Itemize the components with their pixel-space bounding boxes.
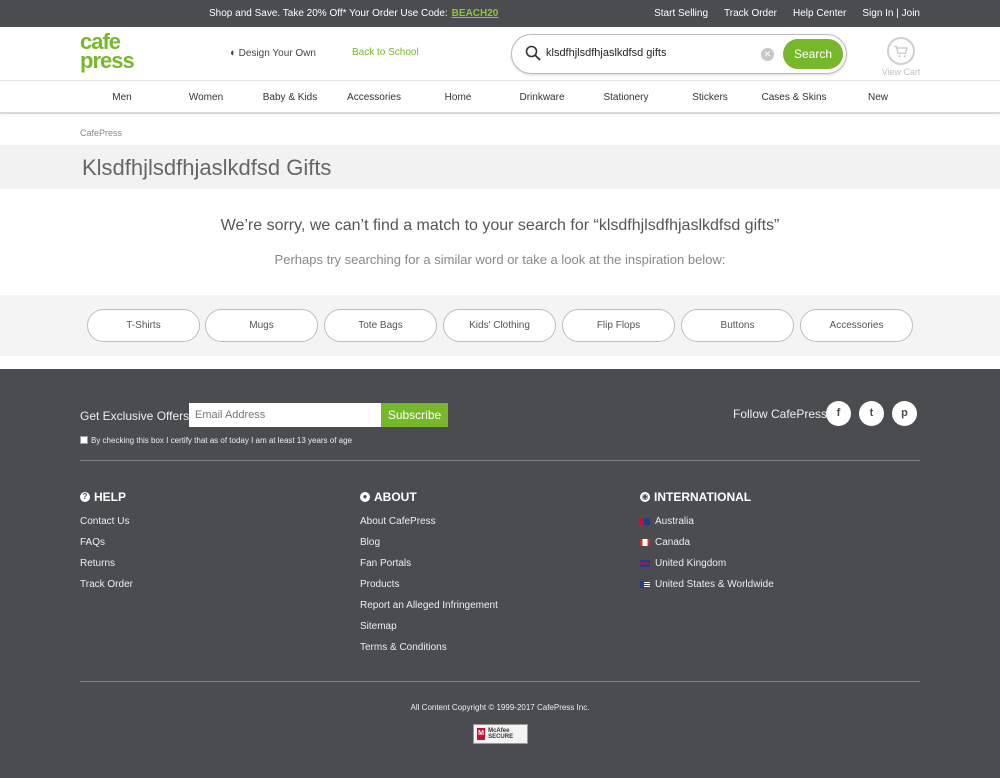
australia-link[interactable]: Australia — [640, 516, 774, 537]
international-title: INTERNATIONAL — [654, 490, 752, 504]
suggestion-text: Perhaps try searching for a similar word… — [274, 252, 726, 267]
us-flag-icon — [640, 581, 650, 588]
suggestion-tshirts-button[interactable]: T-Shirts — [87, 309, 200, 342]
canada-link[interactable]: Canada — [640, 537, 774, 558]
age-checkbox-label: By checking this box I certify that as o… — [91, 436, 353, 445]
sitemap-link[interactable]: Sitemap — [360, 621, 498, 642]
products-link[interactable]: Products — [360, 579, 498, 600]
about-cafepress-link[interactable]: About CafePress — [360, 516, 498, 537]
faqs-link[interactable]: FAQs — [80, 537, 133, 558]
uk-flag-icon — [640, 560, 650, 567]
search-icon — [525, 45, 541, 61]
help-column: ? HELP Contact Us FAQs Returns Track Orde… — [80, 490, 133, 600]
suggestion-tote-bags-button[interactable]: Tote Bags — [324, 309, 437, 342]
sign-in-join-link[interactable]: Sign In | Join — [862, 8, 920, 19]
help-center-link[interactable]: Help Center — [793, 8, 846, 19]
view-cart-label: View Cart — [881, 67, 921, 77]
mcafee-secure-badge[interactable]: M McAfee SECURE — [473, 724, 528, 744]
nav-item-women[interactable]: Women — [189, 92, 223, 103]
international-column: ◉ INTERNATIONAL Australia Canada United K… — [640, 490, 774, 600]
back-to-school-link[interactable]: Back to School — [352, 47, 419, 58]
united-kingdom-link[interactable]: United Kingdom — [640, 558, 774, 579]
nav-item-stationery[interactable]: Stationery — [603, 92, 648, 103]
promo-bar: Shop and Save. Take 20% Off* Your Order … — [0, 0, 1000, 27]
suggestion-kids-clothing-button[interactable]: Kids' Clothing — [443, 309, 556, 342]
search-bar: klsdfhjlsdfhjaslkdfsd gifts ✕ Search — [511, 34, 847, 74]
promo-message: Shop and Save. Take 20% Off* Your Order … — [209, 8, 448, 19]
mcafee-label: McAfee SECURE — [488, 728, 514, 740]
category-nav: Men Women Baby & Kids Accessories Home D… — [0, 82, 1000, 114]
nav-item-cases-skins[interactable]: Cases & Skins — [761, 92, 826, 103]
title-bar: Klsdfhjlsdfhjaslkdfsd Gifts — [0, 145, 1000, 189]
canada-flag-icon — [640, 539, 650, 546]
fan-portals-link[interactable]: Fan Portals — [360, 558, 498, 579]
returns-link[interactable]: Returns — [80, 558, 133, 579]
nav-item-home[interactable]: Home — [445, 92, 472, 103]
suggestion-pills: T-Shirts Mugs Tote Bags Kids' Clothing F… — [0, 295, 1000, 356]
globe-icon: ◉ — [640, 492, 650, 502]
promo-code-link[interactable]: BEACH20 — [452, 8, 499, 19]
promo-text: Shop and Save. Take 20% Off* Your Order … — [209, 8, 498, 19]
nav-item-new[interactable]: New — [868, 92, 888, 103]
united-states-label: United States & Worldwide — [655, 579, 774, 590]
design-label: Design Your Own — [238, 48, 316, 59]
nav-item-men[interactable]: Men — [112, 92, 131, 103]
canada-label: Canada — [655, 537, 691, 548]
design-icon: ◐ — [230, 47, 237, 59]
design-your-own-link[interactable]: ◐ Design Your Own — [230, 47, 316, 59]
site-footer: Get Exclusive Offers: Subscribe By check… — [0, 369, 1000, 778]
about-column: ● ABOUT About CafePress Blog Fan Portals … — [360, 490, 498, 663]
footer-divider — [80, 460, 920, 461]
mcafee-shield-icon: M — [477, 728, 486, 740]
start-selling-link[interactable]: Start Selling — [654, 8, 708, 19]
account-links: Start Selling Track Order Help Center Si… — [638, 8, 920, 19]
search-input[interactable]: klsdfhjlsdfhjaslkdfsd gifts — [546, 47, 666, 59]
search-button[interactable]: Search — [783, 39, 843, 69]
nav-item-accessories[interactable]: Accessories — [347, 92, 401, 103]
users-icon: ● — [360, 492, 370, 502]
pinterest-icon[interactable]: p — [892, 401, 917, 426]
footer-divider-bottom — [80, 681, 920, 682]
view-cart-button[interactable]: View Cart — [881, 37, 921, 77]
twitter-icon[interactable]: t — [859, 401, 884, 426]
australia-flag-icon — [640, 518, 650, 525]
blog-link[interactable]: Blog — [360, 537, 498, 558]
help-heading: ? HELP — [80, 490, 133, 504]
question-icon: ? — [80, 492, 90, 502]
page-title: Klsdfhjlsdfhjaslkdfsd Gifts — [82, 155, 332, 180]
help-title: HELP — [94, 490, 127, 504]
australia-label: Australia — [655, 516, 694, 527]
suggestion-flip-flops-button[interactable]: Flip Flops — [562, 309, 675, 342]
united-states-link[interactable]: United States & Worldwide — [640, 579, 774, 600]
logo-line-2: press — [80, 48, 135, 73]
track-order-link[interactable]: Track Order — [724, 8, 777, 19]
offers-label: Get Exclusive Offers: — [80, 409, 193, 423]
about-title: ABOUT — [374, 490, 417, 504]
subscribe-button[interactable]: Subscribe — [381, 403, 448, 427]
age-checkbox[interactable] — [80, 436, 88, 444]
contact-us-link[interactable]: Contact Us — [80, 516, 133, 537]
cart-icon — [887, 37, 915, 65]
email-input[interactable] — [189, 403, 381, 427]
nav-item-drinkware[interactable]: Drinkware — [519, 92, 564, 103]
follow-label: Follow CafePress: — [733, 407, 831, 421]
about-heading: ● ABOUT — [360, 490, 498, 504]
no-results-message: We’re sorry, we can’t find a match to yo… — [220, 217, 780, 234]
suggestion-buttons-button[interactable]: Buttons — [681, 309, 794, 342]
cafepress-logo[interactable]: cafe press — [80, 31, 146, 74]
report-infringement-link[interactable]: Report an Alleged Infringement — [360, 600, 498, 621]
nav-item-stickers[interactable]: Stickers — [692, 92, 728, 103]
suggestion-mugs-button[interactable]: Mugs — [205, 309, 318, 342]
international-heading: ◉ INTERNATIONAL — [640, 490, 774, 504]
site-header: cafe press ◐ Design Your Own Back to Scho… — [0, 27, 1000, 81]
terms-conditions-link[interactable]: Terms & Conditions — [360, 642, 498, 663]
copyright-text: All Content Copyright © 1999-2017 CafePr… — [410, 703, 590, 712]
clear-search-icon[interactable]: ✕ — [761, 48, 774, 61]
united-kingdom-label: United Kingdom — [655, 558, 727, 569]
facebook-icon[interactable]: f — [826, 401, 851, 426]
suggestion-accessories-button[interactable]: Accessories — [800, 309, 913, 342]
footer-track-order-link[interactable]: Track Order — [80, 579, 133, 600]
nav-item-baby-kids[interactable]: Baby & Kids — [263, 92, 317, 103]
breadcrumb[interactable]: CafePress — [80, 128, 122, 138]
